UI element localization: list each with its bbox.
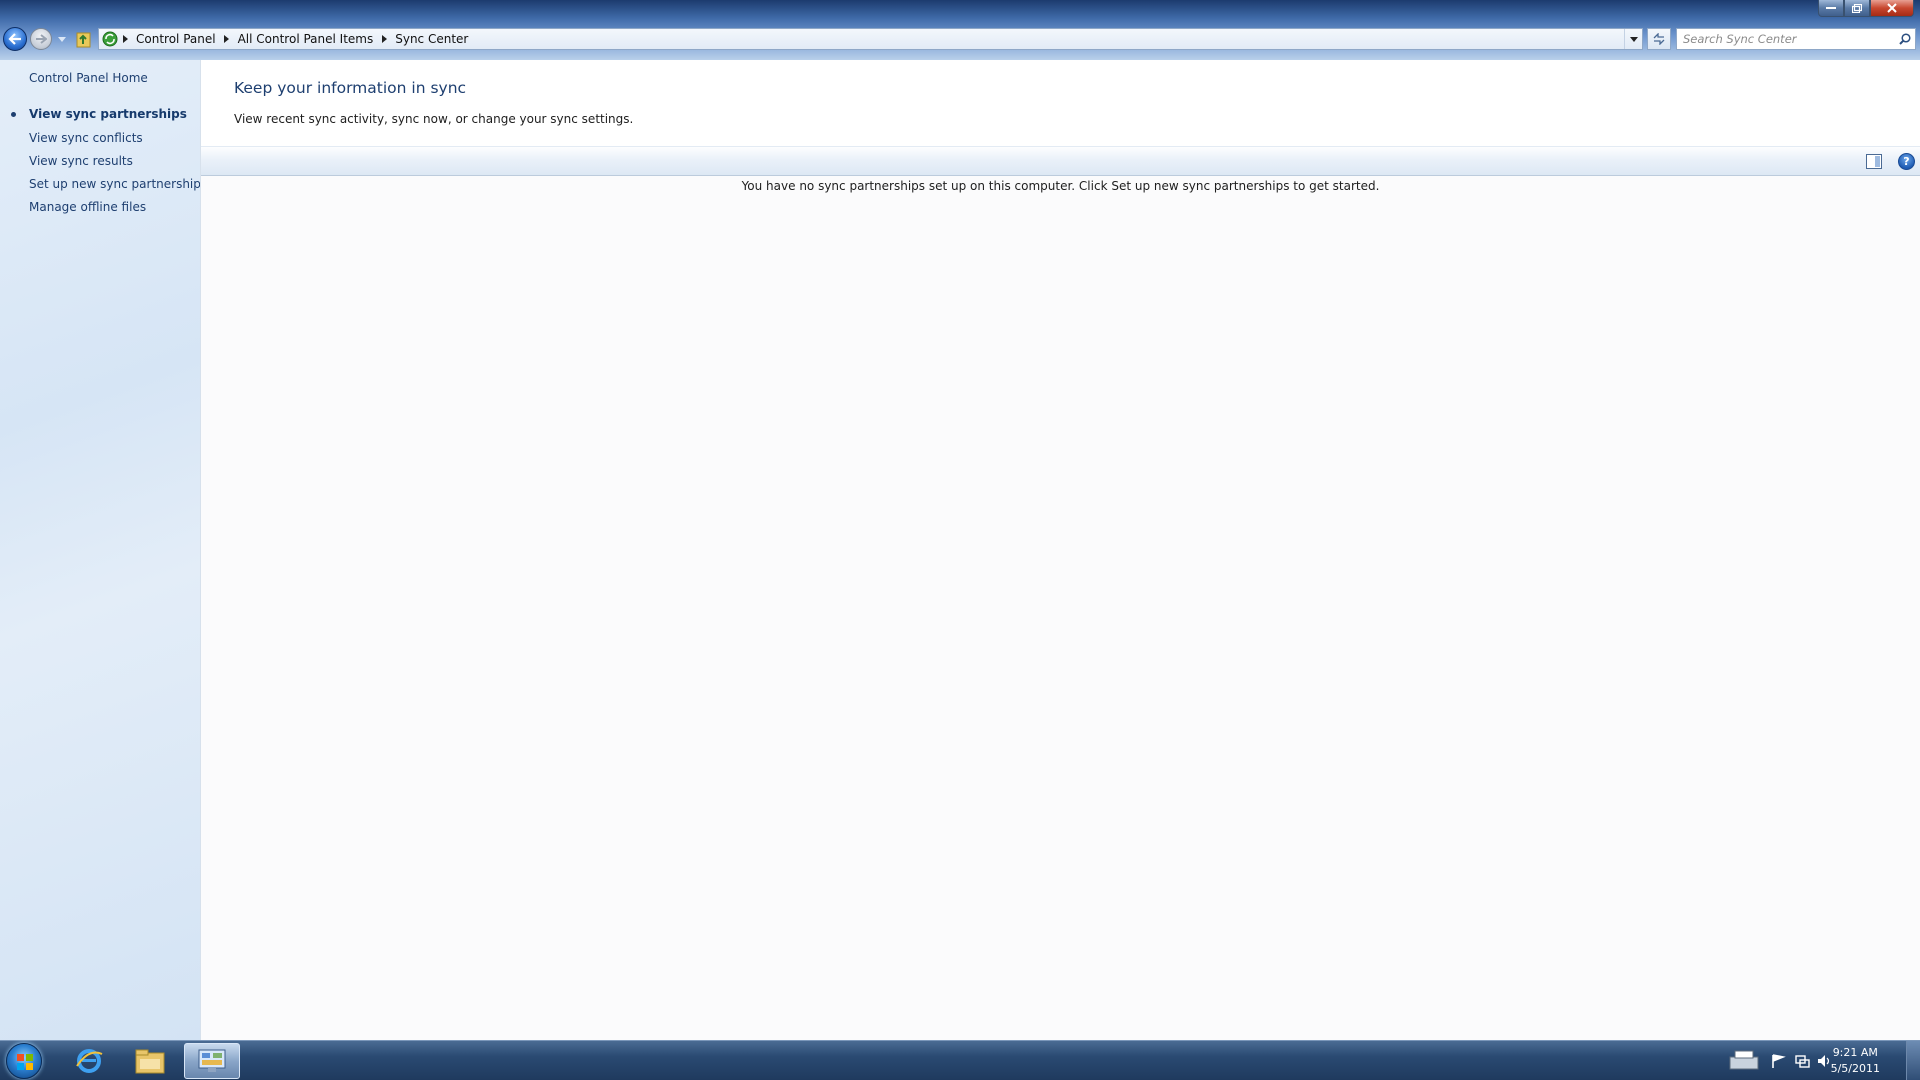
minimize-button[interactable] <box>1818 0 1844 17</box>
navigation-row: Control Panel All Control Panel Items Sy… <box>0 26 1920 52</box>
breadcrumb-separator-icon[interactable] <box>118 31 132 47</box>
sync-center-icon <box>102 31 118 47</box>
help-button[interactable]: ? <box>1898 153 1915 170</box>
caption-buttons <box>1818 0 1914 17</box>
folder-icon <box>135 1049 165 1074</box>
search-button[interactable] <box>1895 29 1915 49</box>
task-link-set-up-new-sync-partnerships[interactable]: Set up new sync partnerships <box>29 177 207 191</box>
maximize-button[interactable] <box>1844 0 1870 17</box>
chevron-down-icon <box>58 36 66 42</box>
control-panel-icon <box>198 1049 226 1072</box>
chevron-down-icon <box>1629 36 1638 42</box>
taskbar-control-panel[interactable] <box>184 1043 240 1079</box>
breadcrumb-separator-icon[interactable] <box>377 31 391 47</box>
address-history-dropdown[interactable] <box>1624 29 1642 49</box>
back-arrow-icon <box>8 33 21 45</box>
network-icon[interactable] <box>1794 1053 1810 1069</box>
up-folder-icon <box>76 32 91 48</box>
notification-area: 9:21 AM 5/5/2011 <box>1670 1041 1920 1080</box>
task-link-manage-offline-files[interactable]: Manage offline files <box>29 200 146 214</box>
start-button[interactable] <box>6 1043 42 1079</box>
minimize-icon <box>1826 7 1836 9</box>
breadcrumb-separator-icon[interactable] <box>220 31 234 47</box>
page-description: View recent sync activity, sync now, or … <box>234 112 634 126</box>
action-center-flag-icon[interactable] <box>1770 1053 1786 1069</box>
taskbar-internet-explorer[interactable] <box>61 1043 117 1079</box>
forward-button[interactable] <box>30 28 52 50</box>
breadcrumb-sync-center[interactable]: Sync Center <box>391 32 472 46</box>
volume-icon[interactable] <box>1816 1053 1832 1069</box>
breadcrumb-control-panel[interactable]: Control Panel <box>132 32 220 46</box>
task-link-view-sync-results[interactable]: View sync results <box>29 154 133 168</box>
task-pane: Control Panel Home View sync partnership… <box>0 60 207 1040</box>
show-desktop-button[interactable] <box>1906 1041 1920 1080</box>
printer-icon[interactable] <box>1726 1049 1762 1075</box>
control-panel-home-link[interactable]: Control Panel Home <box>29 71 148 85</box>
address-bar[interactable]: Control Panel All Control Panel Items Sy… <box>98 28 1643 50</box>
close-button[interactable] <box>1870 0 1914 17</box>
close-icon <box>1887 3 1897 13</box>
forward-arrow-icon <box>36 34 47 44</box>
breadcrumb-all-control-panel-items[interactable]: All Control Panel Items <box>234 32 378 46</box>
command-bar: ? <box>201 146 1920 176</box>
taskbar-clock[interactable]: 9:21 AM 5/5/2011 <box>1831 1045 1880 1077</box>
refresh-button[interactable] <box>1647 28 1671 50</box>
clock-date: 5/5/2011 <box>1830 1062 1880 1075</box>
page-title: Keep your information in sync <box>234 79 467 97</box>
search-box[interactable] <box>1676 28 1916 50</box>
taskbar: 9:21 AM 5/5/2011 <box>0 1040 1920 1080</box>
windows-logo-icon <box>17 1054 33 1070</box>
task-link-view-sync-partnerships[interactable]: View sync partnerships <box>29 107 187 121</box>
refresh-icon <box>1653 33 1665 45</box>
search-input[interactable] <box>1677 30 1895 48</box>
search-icon <box>1899 33 1911 45</box>
up-folder-button[interactable] <box>76 30 92 48</box>
selected-bullet <box>11 112 16 117</box>
empty-partnerships-message: You have no sync partnerships set up on … <box>741 179 1380 193</box>
content-pane: Keep your information in sync View recen… <box>200 60 1920 1040</box>
window-titlebar: Control Panel All Control Panel Items Sy… <box>0 0 1920 60</box>
internet-explorer-icon <box>76 1049 103 1073</box>
preview-pane-icon[interactable] <box>1866 154 1882 169</box>
content-header: Keep your information in sync View recen… <box>201 60 1920 146</box>
restore-icon <box>1852 3 1862 13</box>
task-link-view-sync-conflicts[interactable]: View sync conflicts <box>29 131 143 145</box>
recent-pages-button[interactable] <box>56 32 68 46</box>
taskbar-windows-explorer[interactable] <box>122 1043 178 1079</box>
back-button[interactable] <box>3 27 27 51</box>
clock-time: 9:21 AM <box>1832 1046 1878 1059</box>
